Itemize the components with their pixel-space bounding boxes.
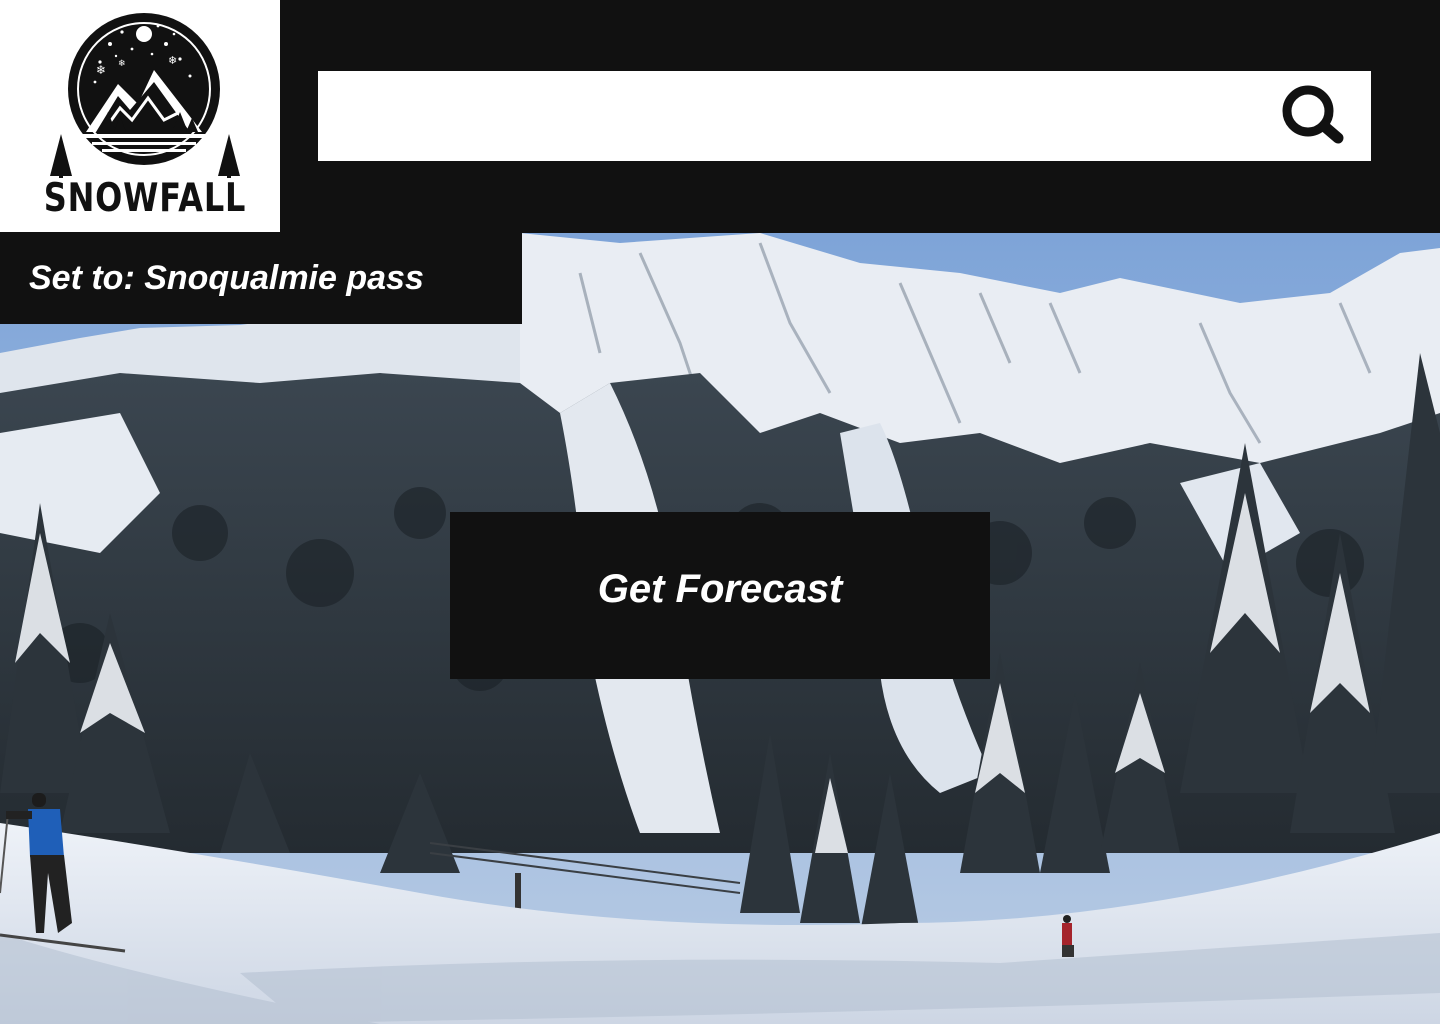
get-forecast-button[interactable]: Get Forecast <box>450 512 990 679</box>
brand-logo[interactable]: ❄ ❄ ❄ SNOWFALL <box>0 0 280 232</box>
search-button[interactable] <box>1268 81 1358 151</box>
mountain-snow-emblem-icon: ❄ ❄ ❄ <box>50 13 240 178</box>
svg-text:❄: ❄ <box>118 59 126 69</box>
search-bar <box>318 71 1371 161</box>
brand-name: SNOWFALL <box>43 176 247 221</box>
search-input[interactable] <box>318 71 1258 161</box>
svg-text:❄: ❄ <box>96 63 106 77</box>
location-badge[interactable]: Set to: Snoqualmie pass <box>0 233 522 324</box>
top-header: ❄ ❄ ❄ SNOWFALL <box>0 0 1440 233</box>
location-label: Set to: Snoqualmie pass <box>29 259 424 297</box>
search-icon <box>1282 85 1344 144</box>
svg-text:❄: ❄ <box>168 54 177 67</box>
